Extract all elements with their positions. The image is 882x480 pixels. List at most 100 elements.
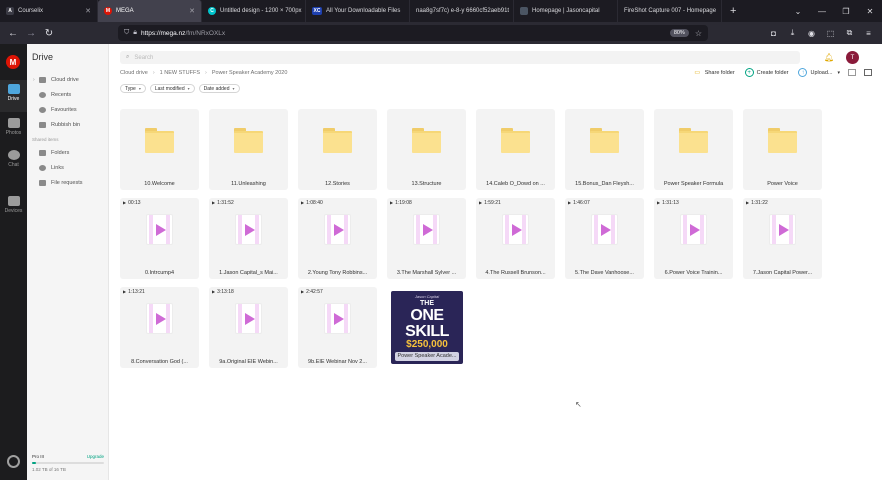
folder-card[interactable]: 14.Caleb O_Dowd on ...	[476, 109, 555, 190]
browser-tab[interactable]: FireShot Capture 007 - Homepage	[618, 0, 722, 22]
breadcrumb-item[interactable]: 1 NEW STUFFS	[160, 70, 200, 76]
sidebar-item-recents[interactable]: Recents	[33, 89, 71, 101]
grid-view-icon[interactable]	[864, 69, 872, 76]
folder-card[interactable]: 11.Unleashing	[209, 109, 288, 190]
mega-logo[interactable]: M	[6, 55, 20, 69]
notification-bell-icon[interactable]: 🔔︎	[824, 53, 834, 63]
sidebar-item-rubbish-bin[interactable]: Rubbish bin	[33, 119, 80, 131]
download-icon[interactable]: ⤓	[783, 28, 802, 38]
app-rail: M Drive Photos Chat Devices	[0, 44, 27, 480]
menu-icon[interactable]: ≡	[859, 29, 878, 38]
list-view-icon[interactable]	[848, 69, 856, 76]
upgrade-link[interactable]: Upgrade	[87, 454, 104, 459]
folder-card[interactable]: Power Voice	[743, 109, 822, 190]
video-card[interactable]: ▶ 1:31:13 6.Power Voice Trainin...	[654, 198, 733, 279]
thumb-text: $250,000	[406, 339, 448, 350]
chevron-down-icon: ▾	[837, 69, 840, 76]
search-input[interactable]: ⌕ Search	[120, 51, 800, 64]
reload-icon[interactable]: ↻	[40, 28, 58, 39]
chevron-down-icon: ▾	[232, 86, 235, 91]
video-name: 7.Jason Capital Power...	[752, 270, 813, 276]
video-duration: ▶ 1:46:07	[568, 200, 590, 206]
file-request-icon	[39, 180, 46, 186]
video-card[interactable]: ▶ 3:13:18 9a.Original EIE Webin...	[209, 287, 288, 368]
folder-icon	[234, 128, 263, 153]
thumb-signature: Jason Capital	[414, 294, 440, 299]
close-window-icon[interactable]: ✕	[858, 7, 882, 16]
filter-type[interactable]: Type ▾	[120, 84, 146, 93]
play-small-icon: ▶	[301, 289, 305, 294]
video-card[interactable]: ▶ 1:59:21 4.The Russell Brunson...	[476, 198, 555, 279]
close-icon[interactable]: ✕	[185, 7, 195, 15]
rail-item-photos[interactable]: Photos	[0, 114, 27, 146]
window-controls: ⌄ — ❐ ✕	[786, 7, 882, 16]
url-text[interactable]: https://mega.nz/fm/NRxOXLx	[141, 30, 225, 37]
rail-item-chat[interactable]: Chat	[0, 146, 27, 178]
folder-card[interactable]: 13.Structure	[387, 109, 466, 190]
lock-icon[interactable]: 🔒︎	[133, 29, 137, 37]
duration-text: 00:13	[128, 200, 141, 206]
chevron-down-icon[interactable]: ⌄	[786, 7, 810, 16]
video-card[interactable]: ▶ 1:13:21 8.Conversation God (...	[120, 287, 199, 368]
share-folder-icon: ▭	[694, 70, 701, 76]
video-card[interactable]: ▶ 1:31:52 1.Jason Capital_s Mai...	[209, 198, 288, 279]
video-card[interactable]: ▶ 1:19:08 3.The Marshall Sylver ...	[387, 198, 466, 279]
new-tab-button[interactable]: +	[722, 5, 744, 17]
pocket-icon[interactable]: ◘	[764, 29, 783, 38]
video-card[interactable]: ▶ 2:42:57 9b.EIE Webinar Nov 2...	[298, 287, 377, 368]
minimize-icon[interactable]: —	[810, 7, 834, 16]
browser-tab[interactable]: Homepage | Jasoncapital	[514, 0, 618, 22]
bookmark-star-icon[interactable]: ☆	[695, 29, 702, 38]
browser-tab[interactable]: naa8g7sf7c) e-8-y 6660cf52aeb91t	[410, 0, 514, 22]
share-folder-button[interactable]: ▭ Share folder	[693, 68, 734, 77]
folder-card[interactable]: 12.Stories	[298, 109, 377, 190]
sidebar-item-links[interactable]: Links	[33, 162, 64, 174]
url-bar[interactable]: ⛉ 🔒︎ https://mega.nz/fm/NRxOXLx 80% ☆	[118, 25, 708, 41]
browser-tab[interactable]: A Courselix ✕	[0, 0, 98, 22]
forward-icon[interactable]: →	[22, 28, 40, 39]
back-icon[interactable]: ←	[4, 28, 22, 39]
video-card[interactable]: ▶ 1:46:07 5.The Dave Vanhoose...	[565, 198, 644, 279]
zoom-level[interactable]: 80%	[669, 29, 689, 37]
video-card[interactable]: ▶ 1:08:40 2.Young Tony Robbins...	[298, 198, 377, 279]
folder-icon	[145, 128, 174, 153]
avatar[interactable]: T	[846, 51, 859, 64]
browser-toolbar-icons: ◘ ⤓ ◉ ⬚ ⧉ ≡	[764, 22, 878, 44]
screenshot-icon[interactable]: ⬚	[821, 29, 840, 38]
folder-icon	[679, 128, 708, 153]
folder-card[interactable]: Power Speaker Formula	[654, 109, 733, 190]
play-small-icon: ▶	[568, 200, 572, 205]
close-icon[interactable]: ✕	[81, 7, 91, 15]
folder-card[interactable]: 15.Bonus_Dan Fleysh...	[565, 109, 644, 190]
sidebar-item-cloud-drive[interactable]: › Cloud drive	[33, 74, 79, 86]
filter-date-added[interactable]: Date added ▾	[198, 84, 240, 93]
rail-item-drive[interactable]: Drive	[0, 80, 27, 112]
filter-last-modified[interactable]: Last modified ▾	[149, 84, 195, 93]
storage-bar-fill	[32, 462, 37, 464]
video-card[interactable]: ▶ 1:31:22 7.Jason Capital Power...	[743, 198, 822, 279]
transfer-manager-icon[interactable]	[7, 455, 20, 468]
sidebar-item-favourites[interactable]: Favourites	[33, 104, 77, 116]
extensions-icon[interactable]: ⧉	[840, 28, 859, 38]
create-folder-button[interactable]: + Create folder	[744, 68, 788, 77]
video-card[interactable]: ▶ 00:13 0.Intrcump4	[120, 198, 199, 279]
clock-icon	[39, 92, 46, 98]
restore-icon[interactable]: ❐	[834, 7, 858, 16]
account-icon[interactable]: ◉	[802, 29, 821, 38]
video-name: 6.Power Voice Trainin...	[664, 270, 723, 276]
sidebar-item-label: Favourites	[51, 107, 77, 113]
rail-item-devices[interactable]: Devices	[0, 192, 27, 224]
browser-tab-active[interactable]: M MEGA ✕	[98, 0, 202, 22]
breadcrumb-item[interactable]: Cloud drive	[120, 70, 148, 76]
sidebar-item-folders[interactable]: Folders	[33, 147, 69, 159]
upload-button[interactable]: ↑ Upload... ▾	[798, 68, 840, 77]
image-card[interactable]: Jason Capital THE ONE SKILL $250,000 Pow…	[391, 291, 463, 364]
folder-card[interactable]: 10.Welcome	[120, 109, 199, 190]
browser-tab[interactable]: C Untitled design - 1200 × 700px	[202, 0, 306, 22]
browser-tab[interactable]: XC All Your Downloadable Files	[306, 0, 410, 22]
sidebar-item-file-requests[interactable]: File requests	[33, 177, 83, 189]
sidebar-item-label: Links	[51, 165, 64, 171]
breadcrumb-item-current[interactable]: Power Speaker Academy 2020	[212, 70, 288, 76]
duration-text: 3:13:18	[217, 289, 234, 295]
shield-icon[interactable]: ⛉	[124, 29, 129, 37]
